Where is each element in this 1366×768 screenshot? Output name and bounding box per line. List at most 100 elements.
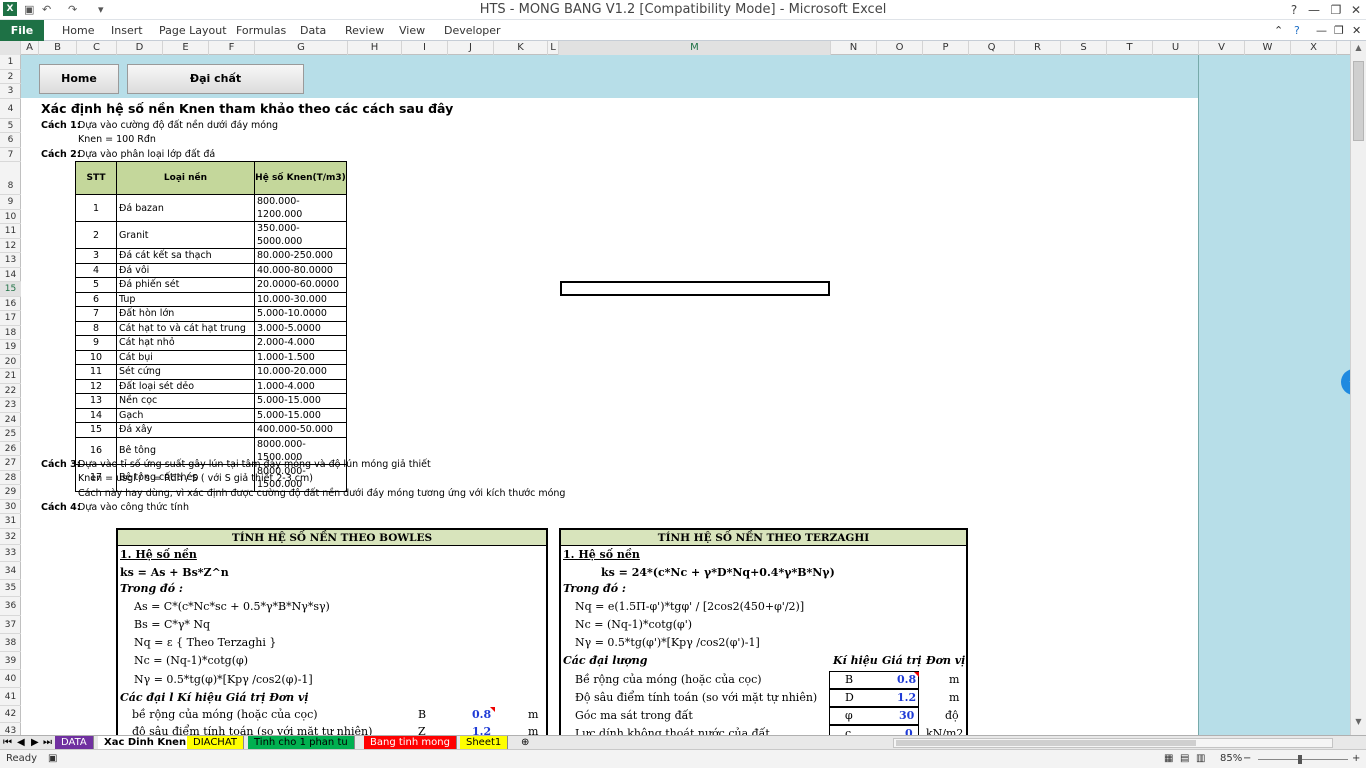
bowles-param-value[interactable]: 1.2: [472, 725, 491, 735]
sheet-tab-bang-tinh[interactable]: Bang tinh mong: [364, 736, 457, 750]
table-cell[interactable]: 12: [75, 378, 117, 394]
bowles-param-value[interactable]: 0.8: [472, 708, 491, 721]
macro-record-icon[interactable]: ▣: [48, 750, 57, 768]
scroll-down-icon[interactable]: ▼: [1352, 717, 1365, 729]
doc-minimize-icon[interactable]: —: [1316, 22, 1327, 40]
home-button[interactable]: Home: [39, 64, 119, 94]
column-header[interactable]: G: [255, 41, 348, 55]
column-header[interactable]: B: [39, 41, 77, 55]
doc-restore-icon[interactable]: ❐: [1334, 22, 1344, 40]
table-cell[interactable]: Tup: [116, 291, 255, 307]
row-header[interactable]: 32: [0, 529, 21, 545]
terzaghi-param-value[interactable]: 30: [899, 709, 914, 722]
row-header[interactable]: 42: [0, 706, 21, 723]
row-header[interactable]: 30: [0, 500, 21, 514]
tab-review[interactable]: Review: [345, 22, 384, 40]
scroll-thumb[interactable]: [1353, 61, 1364, 141]
row-header[interactable]: 19: [0, 340, 21, 355]
table-cell[interactable]: 8: [75, 320, 117, 336]
last-sheet-icon[interactable]: ⏭: [40, 736, 55, 750]
table-cell[interactable]: 10.000-20.000: [254, 364, 347, 380]
column-header[interactable]: Q: [969, 41, 1015, 55]
row-header[interactable]: 9: [0, 195, 21, 210]
column-header[interactable]: J: [448, 41, 494, 55]
tab-data[interactable]: Data: [300, 22, 326, 40]
column-header[interactable]: S: [1061, 41, 1107, 55]
tab-insert[interactable]: Insert: [111, 22, 143, 40]
row-header[interactable]: 11: [0, 224, 21, 239]
table-cell[interactable]: 9: [75, 335, 117, 351]
table-cell[interactable]: 5.000-15.000: [254, 393, 347, 409]
table-cell[interactable]: 10: [75, 349, 117, 365]
row-header[interactable]: 10: [0, 210, 21, 224]
scroll-up-icon[interactable]: ▲: [1352, 43, 1365, 55]
row-header[interactable]: 38: [0, 634, 21, 652]
normal-view-icon[interactable]: ▦: [1164, 750, 1173, 768]
table-cell[interactable]: Granit: [116, 221, 255, 249]
table-cell[interactable]: 1: [75, 194, 117, 222]
table-cell[interactable]: Đất hòn lớn: [116, 306, 255, 322]
table-cell[interactable]: Sét cứng: [116, 364, 255, 380]
row-header[interactable]: 41: [0, 688, 21, 706]
row-header[interactable]: 23: [0, 398, 21, 413]
zoom-level[interactable]: 85%: [1220, 750, 1242, 768]
table-cell[interactable]: 11: [75, 364, 117, 380]
column-header[interactable]: I: [402, 41, 448, 55]
page-layout-view-icon[interactable]: ▤: [1180, 750, 1189, 768]
row-header[interactable]: 27: [0, 456, 21, 471]
table-cell[interactable]: 7: [75, 306, 117, 322]
zoom-out-icon[interactable]: −: [1243, 750, 1251, 768]
zoom-slider[interactable]: [1258, 755, 1348, 764]
row-header[interactable]: 5: [0, 119, 21, 133]
sheet-tab-data[interactable]: DATA: [55, 736, 94, 750]
row-header[interactable]: 35: [0, 580, 21, 597]
row-header[interactable]: 4: [0, 99, 21, 119]
row-header[interactable]: 2: [0, 70, 21, 84]
h-scroll-thumb[interactable]: [896, 740, 1196, 746]
row-header[interactable]: 26: [0, 442, 21, 456]
row-header[interactable]: 34: [0, 562, 21, 580]
table-cell[interactable]: Cát hạt to và cát hạt trung: [116, 320, 255, 336]
table-cell[interactable]: 5.000-10.0000: [254, 306, 347, 322]
column-header[interactable]: O: [877, 41, 923, 55]
comment-marker-icon[interactable]: [490, 707, 495, 712]
column-header[interactable]: R: [1015, 41, 1061, 55]
first-sheet-icon[interactable]: ⏮: [0, 736, 15, 750]
row-header[interactable]: 25: [0, 427, 21, 442]
table-cell[interactable]: 14: [75, 407, 117, 423]
table-cell[interactable]: 3.000-5.0000: [254, 320, 347, 336]
comment-marker-icon[interactable]: [914, 672, 919, 677]
table-cell[interactable]: 350.000-5000.000: [254, 221, 347, 249]
help-icon-2[interactable]: ?: [1294, 22, 1300, 40]
tab-page-layout[interactable]: Page Layout: [159, 22, 227, 40]
table-cell[interactable]: Đá bazan: [116, 194, 255, 222]
terzaghi-param-value[interactable]: 0: [905, 727, 913, 735]
table-cell[interactable]: 20.0000-60.0000: [254, 277, 347, 293]
column-header[interactable]: T: [1107, 41, 1153, 55]
zoom-in-icon[interactable]: +: [1352, 750, 1360, 768]
table-cell[interactable]: Cát hạt nhỏ: [116, 335, 255, 351]
column-header[interactable]: V: [1199, 41, 1245, 55]
table-cell[interactable]: Đá xây: [116, 422, 255, 438]
geology-button[interactable]: Đại chất: [127, 64, 304, 94]
terzaghi-param-value[interactable]: 1.2: [897, 691, 916, 704]
row-header[interactable]: 1: [0, 55, 21, 70]
column-header[interactable]: A: [21, 41, 39, 55]
row-header[interactable]: 40: [0, 670, 21, 688]
row-header[interactable]: 20: [0, 355, 21, 369]
column-header[interactable]: D: [117, 41, 163, 55]
column-header[interactable]: H: [348, 41, 402, 55]
horizontal-scrollbar[interactable]: [893, 738, 1333, 748]
column-header-selected[interactable]: M: [559, 41, 831, 55]
sheet-tab-active[interactable]: Xac Dinh Knen: [98, 736, 194, 750]
table-cell[interactable]: 400.000-50.000: [254, 422, 347, 438]
worksheet-grid[interactable]: Home Đại chất Xác định hệ số nền Knen th…: [21, 55, 1350, 735]
tab-developer[interactable]: Developer: [444, 22, 501, 40]
column-header[interactable]: L: [548, 41, 559, 55]
table-cell[interactable]: 80.000-250.000: [254, 248, 347, 264]
table-cell[interactable]: 5.000-15.000: [254, 407, 347, 423]
table-cell[interactable]: 15: [75, 422, 117, 438]
row-header[interactable]: 17: [0, 311, 21, 326]
column-header[interactable]: N: [831, 41, 877, 55]
row-header-selected[interactable]: 15: [0, 282, 21, 297]
